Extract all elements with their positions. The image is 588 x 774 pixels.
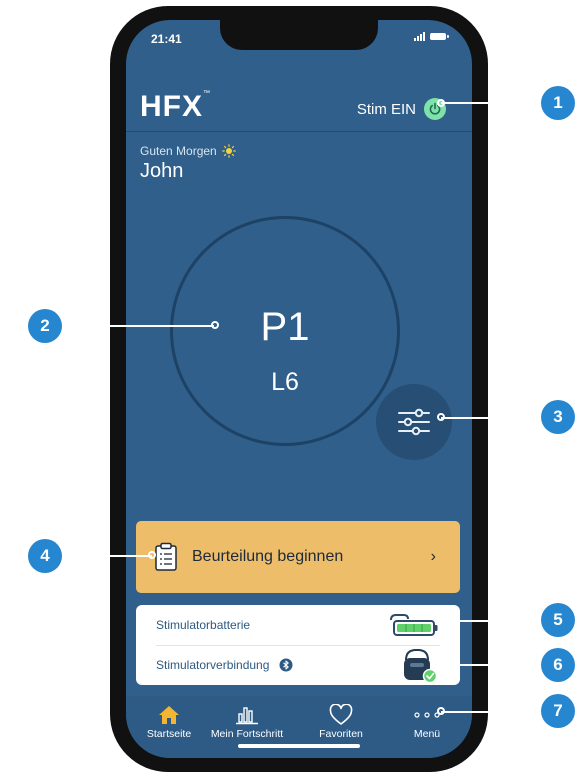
nav-label-favorites: Favoriten — [319, 728, 363, 740]
stim-label: Stim EIN — [356, 100, 416, 118]
nav-item-menu[interactable]: Menü — [384, 702, 470, 740]
sliders-icon — [398, 408, 430, 436]
callout-dot-1 — [437, 99, 445, 107]
nav-label-menu: Menü — [413, 728, 441, 740]
nav-label-progress: Mein Fortschritt — [210, 728, 284, 740]
callout-dot-5 — [437, 616, 445, 624]
callout-line-5 — [441, 620, 541, 622]
hfx-logo: HFX™ — [140, 90, 211, 123]
callout-badge-7: 7 — [541, 694, 575, 728]
connection-label: Stimulatorverbindung — [156, 658, 270, 672]
bottom-nav: Startseite Mein Fortschritt Favoriten Me… — [126, 696, 472, 758]
callout-dot-6 — [437, 660, 445, 668]
callout-dot-2 — [211, 321, 219, 329]
heart-icon — [329, 704, 353, 725]
start-assessment-card[interactable]: Beurteilung beginnen › — [136, 521, 460, 593]
chevron-right-icon: › — [430, 548, 436, 565]
greeting: Guten Morgen — [140, 144, 236, 158]
user-name: John — [140, 160, 184, 182]
connection-row[interactable]: Stimulatorverbindung — [156, 645, 440, 685]
nav-item-home[interactable]: Startseite — [126, 702, 212, 740]
callout-line-2 — [62, 325, 214, 327]
nav-item-favorites[interactable]: Favoriten — [298, 702, 384, 740]
assessment-label: Beurteilung beginnen — [192, 548, 344, 565]
sun-icon — [221, 144, 236, 158]
stimulator-battery-icon — [390, 614, 438, 636]
clipboard-icon — [155, 542, 177, 571]
stim-toggle[interactable]: Stim EIN — [357, 98, 446, 120]
callout-dot-3 — [437, 413, 445, 421]
callout-line-1 — [441, 102, 541, 104]
notch — [220, 20, 378, 50]
bluetooth-icon — [279, 658, 293, 672]
callout-badge-1: 1 — [541, 86, 575, 120]
greeting-text: Guten Morgen — [140, 144, 217, 158]
header-divider — [126, 131, 472, 132]
program-name: P1 — [260, 305, 310, 349]
app-screen: 21:41 HFX™ Stim EIN Guten Morgen John P1… — [126, 20, 472, 758]
callout-line-4 — [62, 555, 152, 557]
adjust-settings-button[interactable] — [376, 384, 452, 460]
phone-frame: 21:41 HFX™ Stim EIN Guten Morgen John P1… — [110, 6, 488, 772]
battery-row[interactable]: Stimulatorbatterie — [156, 605, 440, 646]
nav-label-home: Startseite — [146, 728, 192, 740]
callout-badge-5: 5 — [541, 603, 575, 637]
home-icon — [159, 706, 179, 724]
callout-dot-7 — [437, 707, 445, 715]
callout-badge-3: 3 — [541, 400, 575, 434]
callout-badge-6: 6 — [541, 648, 575, 682]
callout-line-3 — [441, 417, 541, 419]
stimulator-status-card: Stimulatorbatterie Stimulatorverbindung — [136, 605, 460, 685]
phone-battery-icon — [430, 33, 449, 40]
callout-badge-4: 4 — [28, 539, 62, 573]
chart-icon — [236, 707, 258, 725]
nav-item-progress[interactable]: Mein Fortschritt — [204, 702, 290, 740]
status-time: 21:41 — [151, 32, 182, 46]
callout-line-6 — [441, 664, 541, 666]
callout-badge-2: 2 — [28, 309, 62, 343]
battery-label: Stimulatorbatterie — [156, 618, 251, 632]
home-indicator — [238, 744, 360, 748]
program-level: L6 — [271, 368, 299, 396]
callout-dot-4 — [148, 551, 156, 559]
callout-line-7 — [441, 711, 541, 713]
stimulator-connected-icon — [404, 649, 438, 684]
signal-icon — [414, 32, 425, 41]
status-icons — [414, 32, 449, 41]
